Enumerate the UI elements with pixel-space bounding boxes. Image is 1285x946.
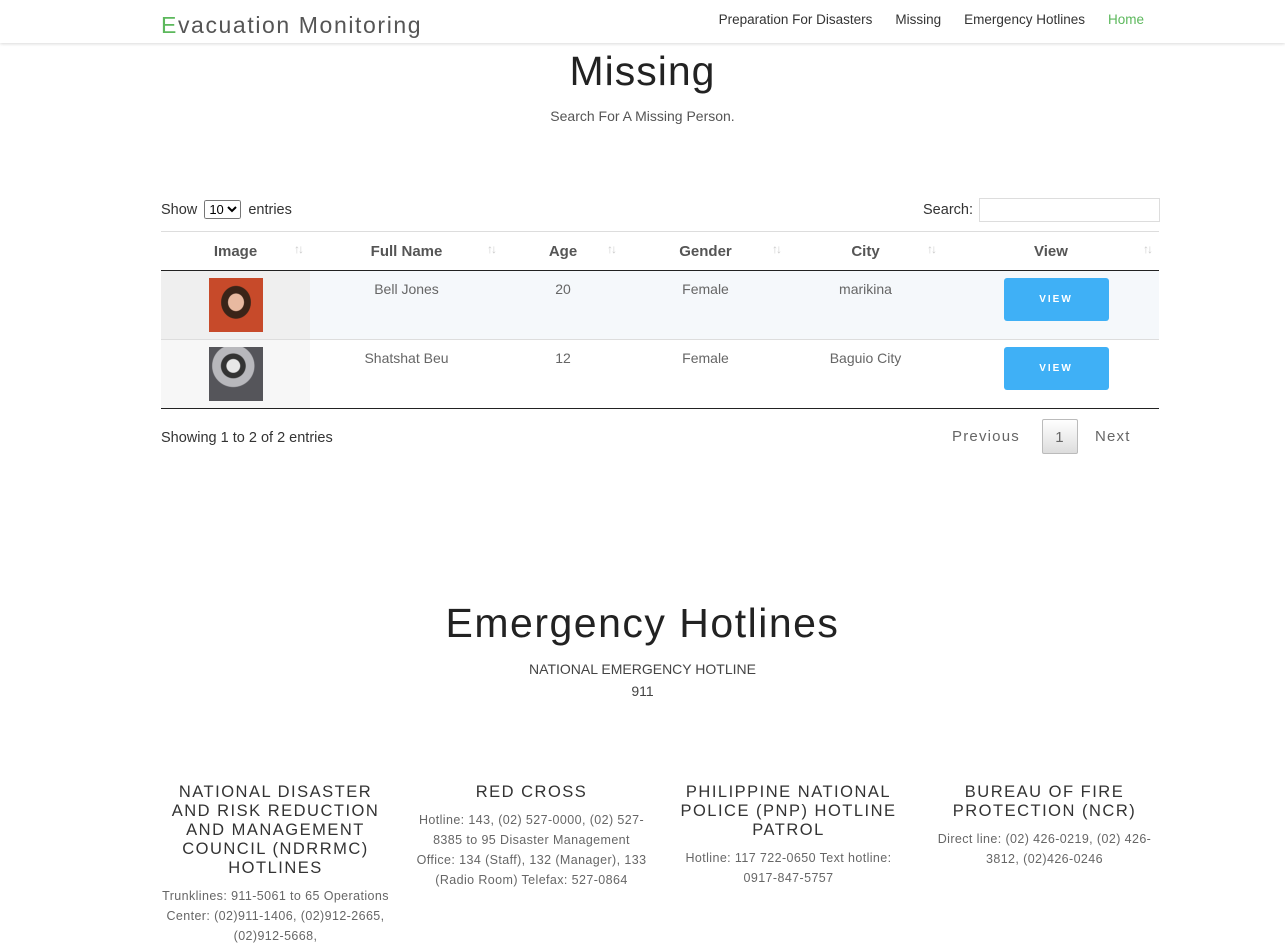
name-cell: Shatshat Beu	[310, 339, 503, 409]
sort-icon: ↑↓	[1143, 242, 1153, 256]
gender-cell: Female	[623, 339, 788, 409]
column-header-label: Full Name	[370, 242, 443, 260]
entries-length-control: Show 10 entries	[161, 200, 292, 219]
brand-text: vacuation Monitoring	[177, 12, 423, 38]
city-cell: marikina	[788, 270, 943, 340]
column-header-gender[interactable]: Gender ↑↓	[623, 231, 788, 271]
sort-icon: ↑↓	[927, 242, 937, 256]
column-header-city[interactable]: City ↑↓	[788, 231, 943, 271]
agency-details: Direct line: (02) 426-0219, (02) 426-381…	[937, 832, 1152, 866]
brand-initial: E	[161, 12, 178, 38]
image-cell	[161, 339, 310, 409]
name-cell: Bell Jones	[310, 270, 503, 340]
city: Baguio City	[829, 350, 902, 366]
nav-item-missing[interactable]: Missing	[895, 12, 941, 27]
column-header-age[interactable]: Age ↑↓	[503, 231, 623, 271]
column-header-view[interactable]: View ↑↓	[943, 231, 1159, 271]
person-photo	[208, 347, 263, 401]
nav-menu: Preparation For Disasters Missing Emerge…	[719, 12, 1144, 27]
table-search: Search:	[923, 198, 1160, 222]
search-input[interactable]	[979, 198, 1160, 222]
sort-icon: ↑↓	[772, 242, 782, 256]
city: marikina	[839, 281, 892, 297]
agency-details: Hotline: 143, (02) 527-0000, (02) 527-83…	[416, 813, 647, 887]
agency-pnp: PHILIPPINE NATIONAL POLICE (PNP) HOTLINE…	[671, 783, 906, 888]
agency-name: RED CROSS	[475, 783, 588, 801]
agency-details: Trunklines: 911-5061 to 65 Operations Ce…	[162, 889, 389, 943]
national-hotline-label: NATIONAL EMERGENCY HOTLINE	[529, 661, 756, 677]
pagination: Previous 1 Next	[952, 419, 1131, 454]
brand-logo[interactable]: Evacuation Monitoring	[161, 12, 422, 39]
gender: Female	[682, 350, 729, 366]
column-header-full-name[interactable]: Full Name ↑↓	[310, 231, 503, 271]
sort-icon: ↑↓	[487, 242, 497, 256]
image-cell	[161, 270, 310, 340]
age-cell: 20	[503, 270, 623, 340]
view-cell: VIEW	[943, 339, 1159, 409]
missing-persons-table: Image ↑↓ Full Name ↑↓ Age ↑↓ Gender ↑↓ City ↑…	[161, 231, 1159, 409]
agency-name: BUREAU OF FIRE PROTECTION (NCR)	[952, 783, 1137, 820]
column-header-label: Age	[548, 242, 578, 260]
gender: Female	[682, 281, 729, 297]
nav-item-emergency-hotlines[interactable]: Emergency Hotlines	[964, 12, 1085, 27]
show-label: Show	[161, 202, 198, 218]
national-hotline-number: 911	[631, 683, 654, 699]
view-button[interactable]: VIEW	[1003, 278, 1109, 321]
age: 12	[555, 350, 571, 366]
view-cell: VIEW	[943, 270, 1159, 340]
column-header-label: Gender	[679, 242, 732, 260]
previous-button[interactable]: Previous	[952, 428, 1020, 445]
table-info: Showing 1 to 2 of 2 entries	[161, 430, 333, 446]
column-header-label: View	[1034, 242, 1068, 260]
top-navbar: Evacuation Monitoring Preparation For Di…	[0, 0, 1285, 43]
agency-name: NATIONAL DISASTER AND RISK REDUCTION AND…	[171, 783, 380, 877]
sort-icon: ↑↓	[294, 242, 304, 256]
gender-cell: Female	[623, 270, 788, 340]
full-name: Shatshat Beu	[364, 350, 449, 366]
nav-item-home[interactable]: Home	[1108, 12, 1144, 27]
agency-red-cross: RED CROSS Hotline: 143, (02) 527-0000, (…	[414, 783, 649, 890]
missing-subtitle: Search For A Missing Person.	[550, 108, 735, 124]
column-header-image[interactable]: Image ↑↓	[161, 231, 310, 271]
entries-select[interactable]: 10	[204, 200, 242, 219]
hotlines-title: Emergency Hotlines	[445, 600, 840, 646]
age: 20	[555, 281, 571, 297]
agency-details: Hotline: 117 722-0650 Text hotline: 0917…	[685, 851, 892, 885]
city-cell: Baguio City	[788, 339, 943, 409]
full-name: Bell Jones	[374, 281, 439, 297]
page-1-button[interactable]: 1	[1041, 419, 1078, 454]
nav-item-preparation[interactable]: Preparation For Disasters	[719, 12, 873, 27]
person-photo	[208, 278, 263, 332]
missing-title: Missing	[569, 48, 716, 94]
table-row: Shatshat Beu 12 Female Baguio City VIEW	[161, 339, 1159, 409]
agency-name: PHILIPPINE NATIONAL POLICE (PNP) HOTLINE…	[680, 783, 897, 839]
age-cell: 12	[503, 339, 623, 409]
sort-icon: ↑↓	[607, 242, 617, 256]
column-header-label: Image	[213, 242, 258, 260]
agency-bfp: BUREAU OF FIRE PROTECTION (NCR) Direct l…	[927, 783, 1162, 869]
search-label: Search:	[923, 202, 973, 218]
next-button[interactable]: Next	[1095, 428, 1131, 445]
entries-label: entries	[248, 202, 292, 218]
agency-ndrrmc: NATIONAL DISASTER AND RISK REDUCTION AND…	[158, 783, 393, 946]
column-header-label: City	[851, 242, 880, 260]
table-row: Bell Jones 20 Female marikina VIEW	[161, 270, 1159, 340]
view-button[interactable]: VIEW	[1003, 347, 1109, 390]
